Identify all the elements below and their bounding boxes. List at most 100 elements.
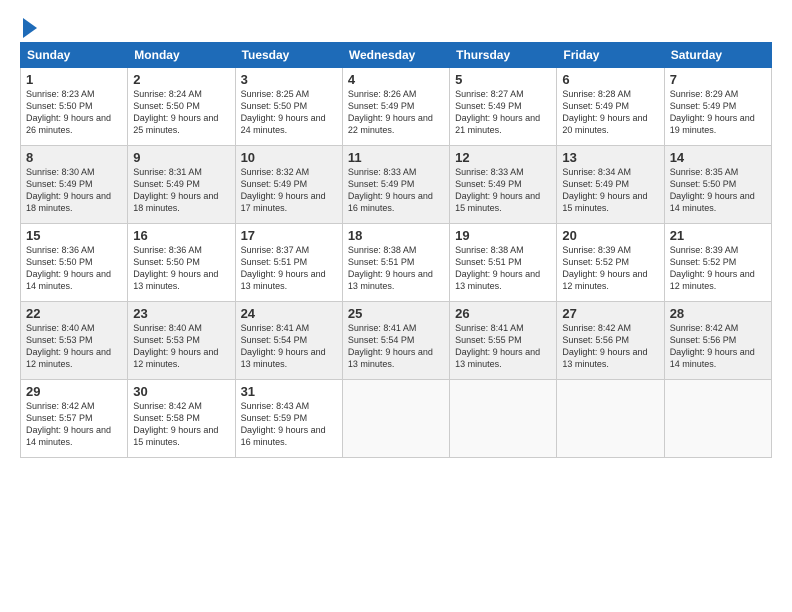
table-row: 6Sunrise: 8:28 AMSunset: 5:49 PMDaylight… bbox=[557, 68, 664, 146]
day-number: 28 bbox=[670, 306, 766, 321]
day-number: 7 bbox=[670, 72, 766, 87]
page: Sunday Monday Tuesday Wednesday Thursday… bbox=[0, 0, 792, 612]
table-row: 12Sunrise: 8:33 AMSunset: 5:49 PMDayligh… bbox=[450, 146, 557, 224]
cell-info: Sunrise: 8:34 AMSunset: 5:49 PMDaylight:… bbox=[562, 166, 658, 215]
table-row bbox=[342, 380, 449, 458]
cell-info: Sunrise: 8:37 AMSunset: 5:51 PMDaylight:… bbox=[241, 244, 337, 293]
cell-info: Sunrise: 8:29 AMSunset: 5:49 PMDaylight:… bbox=[670, 88, 766, 137]
cell-info: Sunrise: 8:43 AMSunset: 5:59 PMDaylight:… bbox=[241, 400, 337, 449]
table-row: 13Sunrise: 8:34 AMSunset: 5:49 PMDayligh… bbox=[557, 146, 664, 224]
day-number: 2 bbox=[133, 72, 229, 87]
header-tuesday: Tuesday bbox=[235, 43, 342, 68]
cell-info: Sunrise: 8:42 AMSunset: 5:57 PMDaylight:… bbox=[26, 400, 122, 449]
table-row: 9Sunrise: 8:31 AMSunset: 5:49 PMDaylight… bbox=[128, 146, 235, 224]
day-number: 10 bbox=[241, 150, 337, 165]
header-sunday: Sunday bbox=[21, 43, 128, 68]
cell-info: Sunrise: 8:26 AMSunset: 5:49 PMDaylight:… bbox=[348, 88, 444, 137]
table-row: 5Sunrise: 8:27 AMSunset: 5:49 PMDaylight… bbox=[450, 68, 557, 146]
logo-arrow-icon bbox=[23, 18, 37, 38]
table-row: 1Sunrise: 8:23 AMSunset: 5:50 PMDaylight… bbox=[21, 68, 128, 146]
cell-info: Sunrise: 8:41 AMSunset: 5:55 PMDaylight:… bbox=[455, 322, 551, 371]
cell-info: Sunrise: 8:41 AMSunset: 5:54 PMDaylight:… bbox=[348, 322, 444, 371]
header-wednesday: Wednesday bbox=[342, 43, 449, 68]
cell-info: Sunrise: 8:28 AMSunset: 5:49 PMDaylight:… bbox=[562, 88, 658, 137]
calendar-week-row: 8Sunrise: 8:30 AMSunset: 5:49 PMDaylight… bbox=[21, 146, 772, 224]
calendar-table: Sunday Monday Tuesday Wednesday Thursday… bbox=[20, 42, 772, 458]
table-row: 14Sunrise: 8:35 AMSunset: 5:50 PMDayligh… bbox=[664, 146, 771, 224]
day-number: 8 bbox=[26, 150, 122, 165]
day-number: 30 bbox=[133, 384, 229, 399]
day-number: 18 bbox=[348, 228, 444, 243]
cell-info: Sunrise: 8:39 AMSunset: 5:52 PMDaylight:… bbox=[670, 244, 766, 293]
table-row: 21Sunrise: 8:39 AMSunset: 5:52 PMDayligh… bbox=[664, 224, 771, 302]
day-number: 27 bbox=[562, 306, 658, 321]
cell-info: Sunrise: 8:31 AMSunset: 5:49 PMDaylight:… bbox=[133, 166, 229, 215]
cell-info: Sunrise: 8:40 AMSunset: 5:53 PMDaylight:… bbox=[133, 322, 229, 371]
table-row: 18Sunrise: 8:38 AMSunset: 5:51 PMDayligh… bbox=[342, 224, 449, 302]
cell-info: Sunrise: 8:41 AMSunset: 5:54 PMDaylight:… bbox=[241, 322, 337, 371]
table-row: 28Sunrise: 8:42 AMSunset: 5:56 PMDayligh… bbox=[664, 302, 771, 380]
calendar-week-row: 15Sunrise: 8:36 AMSunset: 5:50 PMDayligh… bbox=[21, 224, 772, 302]
cell-info: Sunrise: 8:38 AMSunset: 5:51 PMDaylight:… bbox=[348, 244, 444, 293]
day-number: 31 bbox=[241, 384, 337, 399]
cell-info: Sunrise: 8:39 AMSunset: 5:52 PMDaylight:… bbox=[562, 244, 658, 293]
day-number: 17 bbox=[241, 228, 337, 243]
calendar-week-row: 29Sunrise: 8:42 AMSunset: 5:57 PMDayligh… bbox=[21, 380, 772, 458]
day-number: 3 bbox=[241, 72, 337, 87]
calendar-week-row: 1Sunrise: 8:23 AMSunset: 5:50 PMDaylight… bbox=[21, 68, 772, 146]
day-number: 25 bbox=[348, 306, 444, 321]
day-number: 13 bbox=[562, 150, 658, 165]
day-number: 5 bbox=[455, 72, 551, 87]
day-number: 19 bbox=[455, 228, 551, 243]
cell-info: Sunrise: 8:33 AMSunset: 5:49 PMDaylight:… bbox=[348, 166, 444, 215]
header-friday: Friday bbox=[557, 43, 664, 68]
cell-info: Sunrise: 8:27 AMSunset: 5:49 PMDaylight:… bbox=[455, 88, 551, 137]
cell-info: Sunrise: 8:32 AMSunset: 5:49 PMDaylight:… bbox=[241, 166, 337, 215]
table-row: 15Sunrise: 8:36 AMSunset: 5:50 PMDayligh… bbox=[21, 224, 128, 302]
day-number: 24 bbox=[241, 306, 337, 321]
day-number: 1 bbox=[26, 72, 122, 87]
table-row: 2Sunrise: 8:24 AMSunset: 5:50 PMDaylight… bbox=[128, 68, 235, 146]
cell-info: Sunrise: 8:38 AMSunset: 5:51 PMDaylight:… bbox=[455, 244, 551, 293]
table-row bbox=[557, 380, 664, 458]
cell-info: Sunrise: 8:30 AMSunset: 5:49 PMDaylight:… bbox=[26, 166, 122, 215]
table-row: 7Sunrise: 8:29 AMSunset: 5:49 PMDaylight… bbox=[664, 68, 771, 146]
header-saturday: Saturday bbox=[664, 43, 771, 68]
table-row: 22Sunrise: 8:40 AMSunset: 5:53 PMDayligh… bbox=[21, 302, 128, 380]
table-row: 27Sunrise: 8:42 AMSunset: 5:56 PMDayligh… bbox=[557, 302, 664, 380]
day-number: 11 bbox=[348, 150, 444, 165]
header-thursday: Thursday bbox=[450, 43, 557, 68]
table-row: 24Sunrise: 8:41 AMSunset: 5:54 PMDayligh… bbox=[235, 302, 342, 380]
day-number: 26 bbox=[455, 306, 551, 321]
cell-info: Sunrise: 8:35 AMSunset: 5:50 PMDaylight:… bbox=[670, 166, 766, 215]
cell-info: Sunrise: 8:25 AMSunset: 5:50 PMDaylight:… bbox=[241, 88, 337, 137]
table-row: 3Sunrise: 8:25 AMSunset: 5:50 PMDaylight… bbox=[235, 68, 342, 146]
table-row: 20Sunrise: 8:39 AMSunset: 5:52 PMDayligh… bbox=[557, 224, 664, 302]
cell-info: Sunrise: 8:33 AMSunset: 5:49 PMDaylight:… bbox=[455, 166, 551, 215]
day-number: 9 bbox=[133, 150, 229, 165]
table-row: 8Sunrise: 8:30 AMSunset: 5:49 PMDaylight… bbox=[21, 146, 128, 224]
day-number: 21 bbox=[670, 228, 766, 243]
table-row: 23Sunrise: 8:40 AMSunset: 5:53 PMDayligh… bbox=[128, 302, 235, 380]
day-number: 23 bbox=[133, 306, 229, 321]
header-monday: Monday bbox=[128, 43, 235, 68]
table-row: 25Sunrise: 8:41 AMSunset: 5:54 PMDayligh… bbox=[342, 302, 449, 380]
cell-info: Sunrise: 8:23 AMSunset: 5:50 PMDaylight:… bbox=[26, 88, 122, 137]
table-row: 30Sunrise: 8:42 AMSunset: 5:58 PMDayligh… bbox=[128, 380, 235, 458]
table-row: 17Sunrise: 8:37 AMSunset: 5:51 PMDayligh… bbox=[235, 224, 342, 302]
table-row: 19Sunrise: 8:38 AMSunset: 5:51 PMDayligh… bbox=[450, 224, 557, 302]
table-row: 10Sunrise: 8:32 AMSunset: 5:49 PMDayligh… bbox=[235, 146, 342, 224]
cell-info: Sunrise: 8:42 AMSunset: 5:58 PMDaylight:… bbox=[133, 400, 229, 449]
table-row: 31Sunrise: 8:43 AMSunset: 5:59 PMDayligh… bbox=[235, 380, 342, 458]
table-row: 4Sunrise: 8:26 AMSunset: 5:49 PMDaylight… bbox=[342, 68, 449, 146]
logo bbox=[20, 16, 37, 38]
cell-info: Sunrise: 8:24 AMSunset: 5:50 PMDaylight:… bbox=[133, 88, 229, 137]
day-number: 29 bbox=[26, 384, 122, 399]
table-row: 11Sunrise: 8:33 AMSunset: 5:49 PMDayligh… bbox=[342, 146, 449, 224]
table-row: 26Sunrise: 8:41 AMSunset: 5:55 PMDayligh… bbox=[450, 302, 557, 380]
day-number: 4 bbox=[348, 72, 444, 87]
table-row bbox=[664, 380, 771, 458]
calendar-header-row: Sunday Monday Tuesday Wednesday Thursday… bbox=[21, 43, 772, 68]
cell-info: Sunrise: 8:40 AMSunset: 5:53 PMDaylight:… bbox=[26, 322, 122, 371]
cell-info: Sunrise: 8:36 AMSunset: 5:50 PMDaylight:… bbox=[26, 244, 122, 293]
